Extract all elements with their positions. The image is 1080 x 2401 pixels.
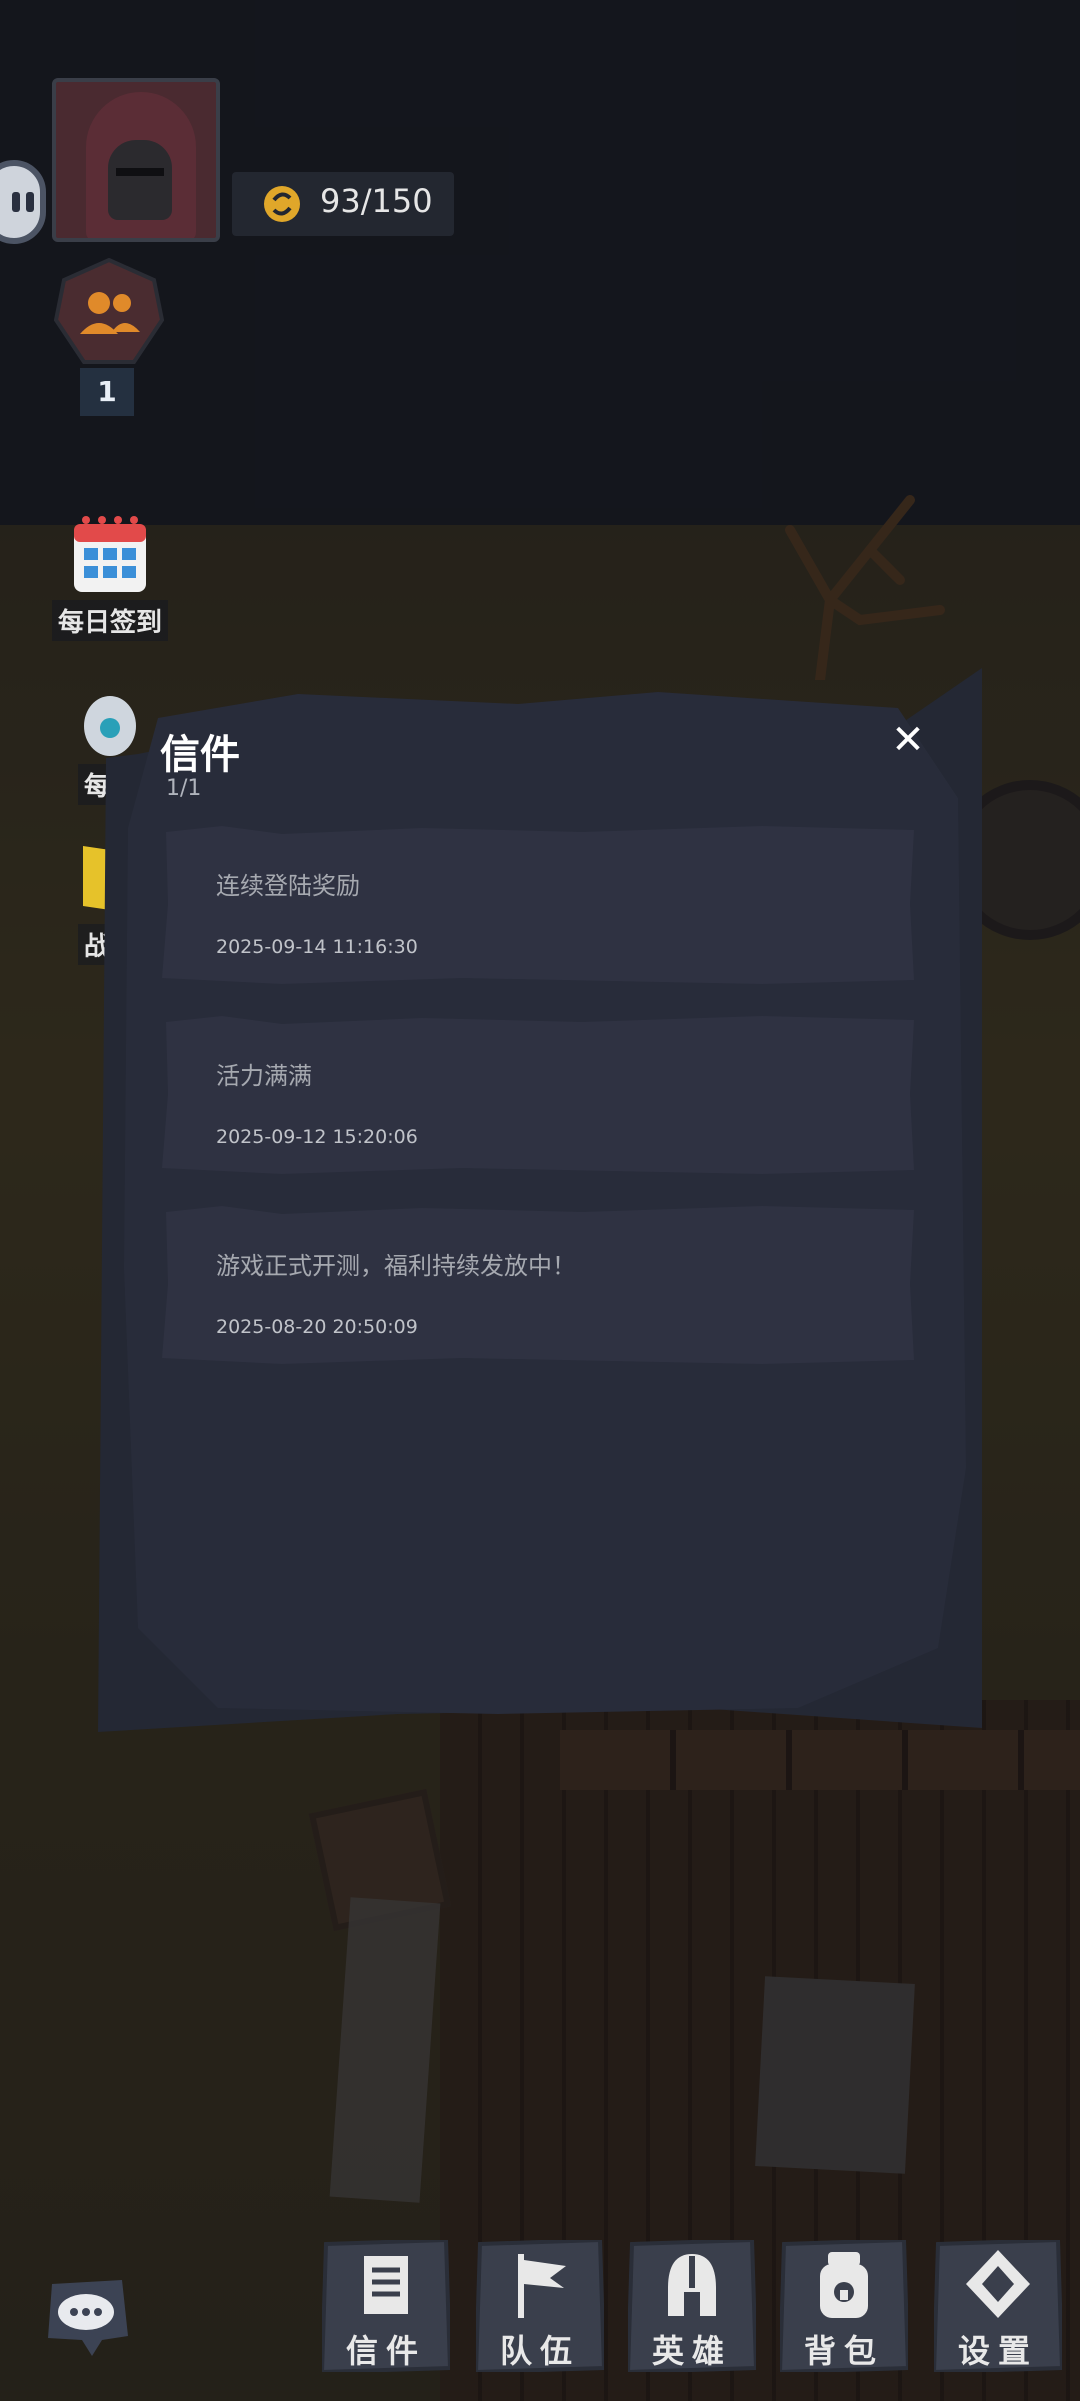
energy-coin-icon: [264, 186, 300, 222]
nav-team-label: 队伍: [499, 2332, 580, 2370]
nav-settings-button[interactable]: 设置: [934, 2240, 1062, 2372]
daily-checkin-label: 每日签到: [51, 600, 168, 641]
nav-backpack-button[interactable]: 背包: [780, 2240, 908, 2372]
helmet-icon: [668, 2254, 716, 2316]
team-members-icon[interactable]: [54, 258, 164, 368]
team-count-badge: 1: [80, 368, 134, 416]
mail-item-background: [162, 1206, 914, 1364]
flag-icon: [518, 2254, 566, 2318]
energy-value: 93/150: [320, 182, 433, 220]
player-avatar[interactable]: [52, 78, 220, 242]
calendar-icon: [74, 516, 146, 592]
daily-checkin-button[interactable]: 每日签到: [40, 512, 180, 641]
nav-backpack-label: 背包: [803, 2332, 884, 2370]
settings-diamond-icon: [966, 2250, 1030, 2318]
mail-item[interactable]: 活力满满 2025-09-12 15:20:06: [162, 1014, 916, 1174]
mail-subject: 游戏正式开测，福利持续发放中！: [216, 1252, 576, 1280]
nav-mail-label: 信件: [345, 2332, 426, 2370]
mail-panel-title: 信件: [160, 732, 240, 778]
nav-mail-button[interactable]: 信件: [322, 2240, 450, 2372]
mail-date: 2025-08-20 20:50:09: [216, 1316, 418, 1338]
mail-item-background: [162, 826, 914, 984]
mail-item[interactable]: 连续登陆奖励 2025-09-14 11:16:30: [162, 824, 916, 984]
backpack-icon: [820, 2252, 868, 2318]
mail-date: 2025-09-12 15:20:06: [216, 1126, 418, 1148]
energy-display: 93/150: [232, 172, 454, 236]
side-menu-button[interactable]: [0, 160, 46, 244]
letter-icon: [364, 2256, 408, 2314]
mail-item-background: [162, 1016, 914, 1174]
nav-settings-label: 设置: [957, 2332, 1038, 2370]
mail-subject: 活力满满: [216, 1062, 312, 1090]
mail-page-indicator: 1/1: [166, 776, 202, 801]
mail-date: 2025-09-14 11:16:30: [216, 936, 418, 958]
nav-hero-button[interactable]: 英雄: [628, 2240, 756, 2372]
mail-subject: 连续登陆奖励: [216, 872, 360, 900]
nav-hero-label: 英雄: [651, 2332, 732, 2370]
chat-icon[interactable]: [42, 2276, 130, 2360]
mail-item[interactable]: 游戏正式开测，福利持续发放中！ 2025-08-20 20:50:09: [162, 1204, 916, 1364]
close-button[interactable]: ✕: [888, 720, 928, 760]
nav-team-button[interactable]: 队伍: [476, 2240, 604, 2372]
